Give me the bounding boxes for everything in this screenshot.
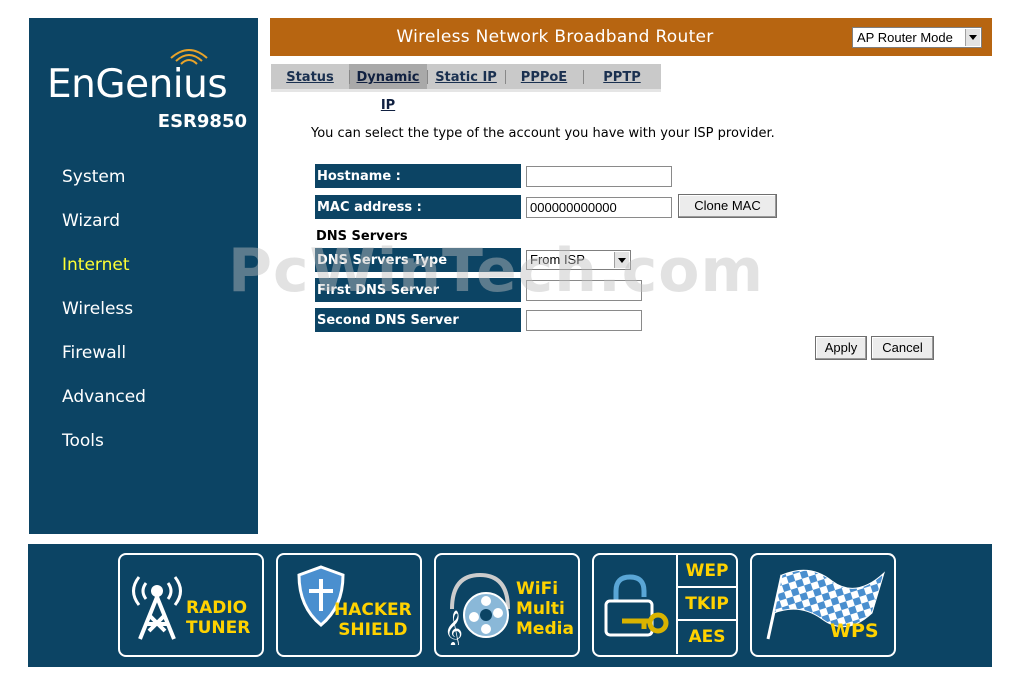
tab-bar: Status Dynamic IP Static IP PPPoE PPTP (271, 64, 661, 113)
tab-static-ip[interactable]: Static IP (427, 64, 505, 89)
dns-servers-type-label: DNS Servers Type (315, 248, 521, 272)
radio-tower-icon (132, 576, 182, 640)
sidebar: EnGenius ESR9850 System Wizard Internet … (29, 18, 258, 534)
tuner-label: TUNER (186, 618, 251, 638)
chevron-down-icon[interactable] (965, 29, 980, 46)
mode-select-value: AP Router Mode (857, 30, 953, 45)
svg-text:𝄞: 𝄞 (444, 609, 463, 645)
mac-address-label: MAC address : (315, 195, 521, 219)
hacker-shield-badge: HACKER SHIELD (276, 553, 422, 657)
tab-status[interactable]: Status (271, 64, 349, 89)
sidebar-item-internet[interactable]: Internet (29, 252, 258, 296)
header-bar: Wireless Network Broadband Router AP Rou… (270, 18, 992, 56)
dns-servers-heading: DNS Servers (316, 229, 408, 244)
multi-label: Multi (516, 599, 565, 619)
hacker-label: HACKER (334, 600, 412, 620)
clone-mac-button[interactable]: Clone MAC (678, 194, 777, 218)
radio-tuner-badge: RADIO TUNER (118, 553, 264, 657)
wifi-multimedia-badge: 𝄞 WiFi Multi Media (434, 553, 580, 657)
tkip-label: TKIP (676, 588, 736, 621)
first-dns-server-label: First DNS Server (315, 278, 521, 302)
wep-label: WEP (676, 555, 736, 588)
sidebar-item-tools[interactable]: Tools (29, 428, 258, 472)
second-dns-server-input[interactable] (526, 310, 642, 331)
tab-pptp[interactable]: PPTP (583, 64, 661, 89)
security-badge: WEP TKIP AES (592, 553, 738, 657)
model-name: ESR9850 (157, 111, 247, 132)
second-dns-server-label: Second DNS Server (315, 308, 521, 332)
dns-servers-type-select[interactable]: From ISP (526, 250, 631, 270)
intro-text: You can select the type of the account y… (311, 126, 775, 141)
first-dns-server-input[interactable] (526, 280, 642, 301)
radio-label: RADIO (186, 598, 248, 618)
tab-dynamic-ip[interactable]: Dynamic IP (349, 64, 427, 113)
wifi-label: WiFi (516, 579, 559, 599)
tab-pppoe[interactable]: PPPoE (505, 64, 583, 89)
sidebar-item-wizard[interactable]: Wizard (29, 208, 258, 252)
sidebar-item-system[interactable]: System (29, 164, 258, 208)
tab-underline (271, 89, 661, 92)
shield-label: SHIELD (338, 620, 408, 640)
chevron-down-icon[interactable] (614, 252, 629, 268)
hostname-input[interactable] (526, 166, 672, 187)
brand-logo: EnGenius ESR9850 (47, 49, 247, 154)
sidebar-item-advanced[interactable]: Advanced (29, 384, 258, 428)
media-label: Media (516, 619, 574, 639)
hostname-label: Hostname : (315, 164, 521, 188)
apply-button[interactable]: Apply (815, 336, 867, 360)
multimedia-film-icon: 𝄞 (444, 572, 510, 645)
dns-servers-type-value: From ISP (530, 252, 585, 267)
feature-banner: RADIO TUNER HACKER SHIELD 𝄞 WiFi Multi M… (28, 544, 992, 667)
padlock-key-icon (604, 574, 669, 637)
sidebar-item-firewall[interactable]: Firewall (29, 340, 258, 384)
mac-address-input[interactable]: 000000000000 (526, 197, 672, 218)
wps-badge: WPS (750, 553, 896, 657)
sidebar-item-wireless[interactable]: Wireless (29, 296, 258, 340)
cancel-button[interactable]: Cancel (871, 336, 934, 360)
wps-label: WPS (830, 620, 879, 642)
aes-label: AES (676, 621, 736, 654)
brand-name: EnGenius (47, 62, 228, 107)
mode-select[interactable]: AP Router Mode (852, 27, 982, 48)
sidebar-nav: System Wizard Internet Wireless Firewall… (29, 164, 258, 472)
page-title: Wireless Network Broadband Router (396, 27, 714, 47)
